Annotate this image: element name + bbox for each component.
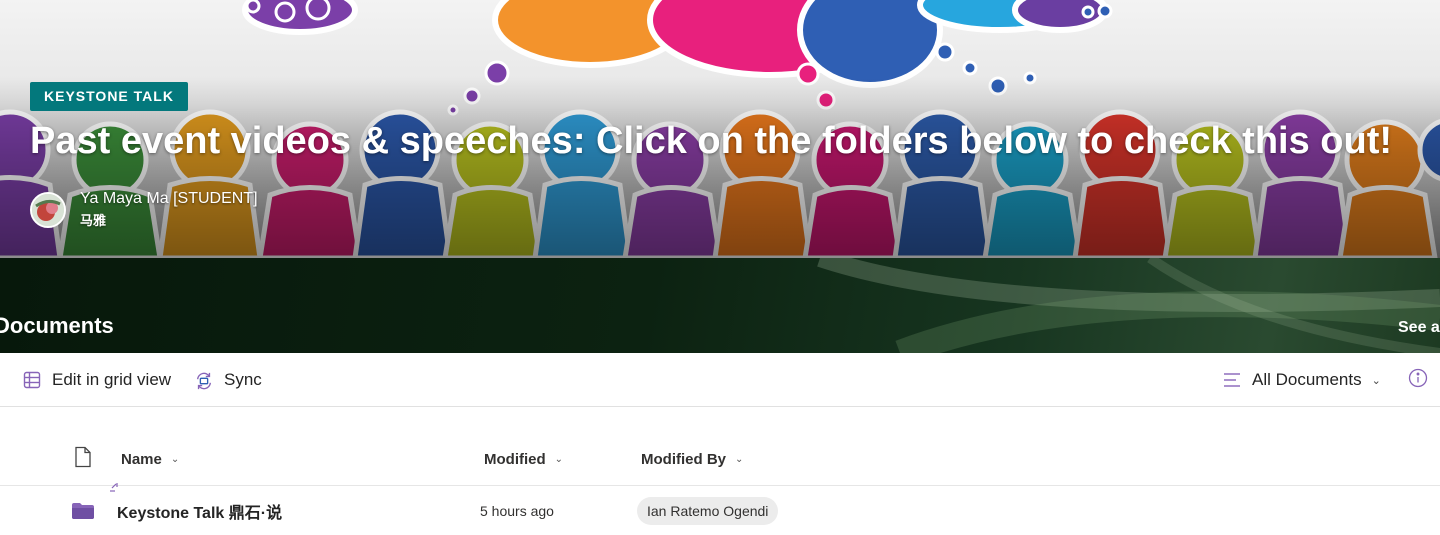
documents-title[interactable]: Documents: [0, 313, 114, 339]
table-row[interactable]: Keystone Talk 鼎石·说 5 hours ago Ian Ratem…: [0, 483, 1440, 535]
chevron-down-icon: ⌄: [735, 453, 744, 465]
file-type-column-header[interactable]: [74, 432, 92, 486]
hero-banner: KEYSTONE TALK Past event videos & speech…: [0, 0, 1440, 258]
documents-section-header: Documents See a: [0, 258, 1440, 353]
view-selector[interactable]: All Documents ⌄: [1222, 353, 1381, 407]
section-background-image: [817, 258, 1440, 353]
edit-grid-view-label: Edit in grid view: [52, 370, 172, 389]
author-byline[interactable]: Ya Maya Ma [STUDENT] 马雅: [30, 190, 258, 229]
sync-button[interactable]: Sync: [194, 353, 262, 407]
modified-by-column-header[interactable]: Modified By ⌄: [641, 432, 743, 486]
modified-by-person[interactable]: Ian Ratemo Ogendi: [637, 497, 779, 525]
chevron-down-icon: ⌄: [1371, 374, 1381, 387]
document-icon: [74, 446, 92, 472]
info-button[interactable]: [1408, 353, 1428, 407]
modified-by-column-label: Modified By: [641, 450, 726, 468]
folder-icon: [71, 487, 95, 535]
file-name-link[interactable]: Keystone Talk 鼎石·说: [117, 487, 282, 535]
name-column-label: Name: [121, 450, 162, 468]
info-icon: [1408, 368, 1428, 393]
see-all-link[interactable]: See a: [1398, 319, 1440, 337]
avatar[interactable]: [30, 191, 66, 228]
topic-header-badge[interactable]: KEYSTONE TALK: [30, 82, 188, 111]
chevron-down-icon: ⌄: [554, 453, 564, 465]
grid-icon: [22, 370, 42, 390]
edit-grid-view-button[interactable]: Edit in grid view: [22, 353, 171, 407]
view-options-icon: [1222, 370, 1242, 390]
chevron-down-icon: ⌄: [170, 453, 180, 465]
sync-icon: [194, 370, 214, 390]
sync-label: Sync: [224, 370, 262, 389]
modified-column-header[interactable]: Modified ⌄: [484, 432, 563, 486]
author-name: Ya Maya Ma [STUDENT]: [80, 190, 258, 207]
modified-column-label: Modified: [484, 450, 546, 468]
list-column-header: Name ⌄ Modified ⌄ Modified By ⌄: [0, 432, 1440, 486]
name-column-header[interactable]: Name ⌄: [121, 432, 179, 486]
page-title: Past event videos & speeches: Click on t…: [30, 120, 1393, 162]
modified-date: 5 hours ago: [480, 503, 554, 519]
command-bar: Edit in grid view Sync All Documents ⌄: [0, 353, 1440, 407]
author-subtitle: 马雅: [80, 213, 107, 228]
view-selector-label: All Documents: [1252, 370, 1362, 389]
